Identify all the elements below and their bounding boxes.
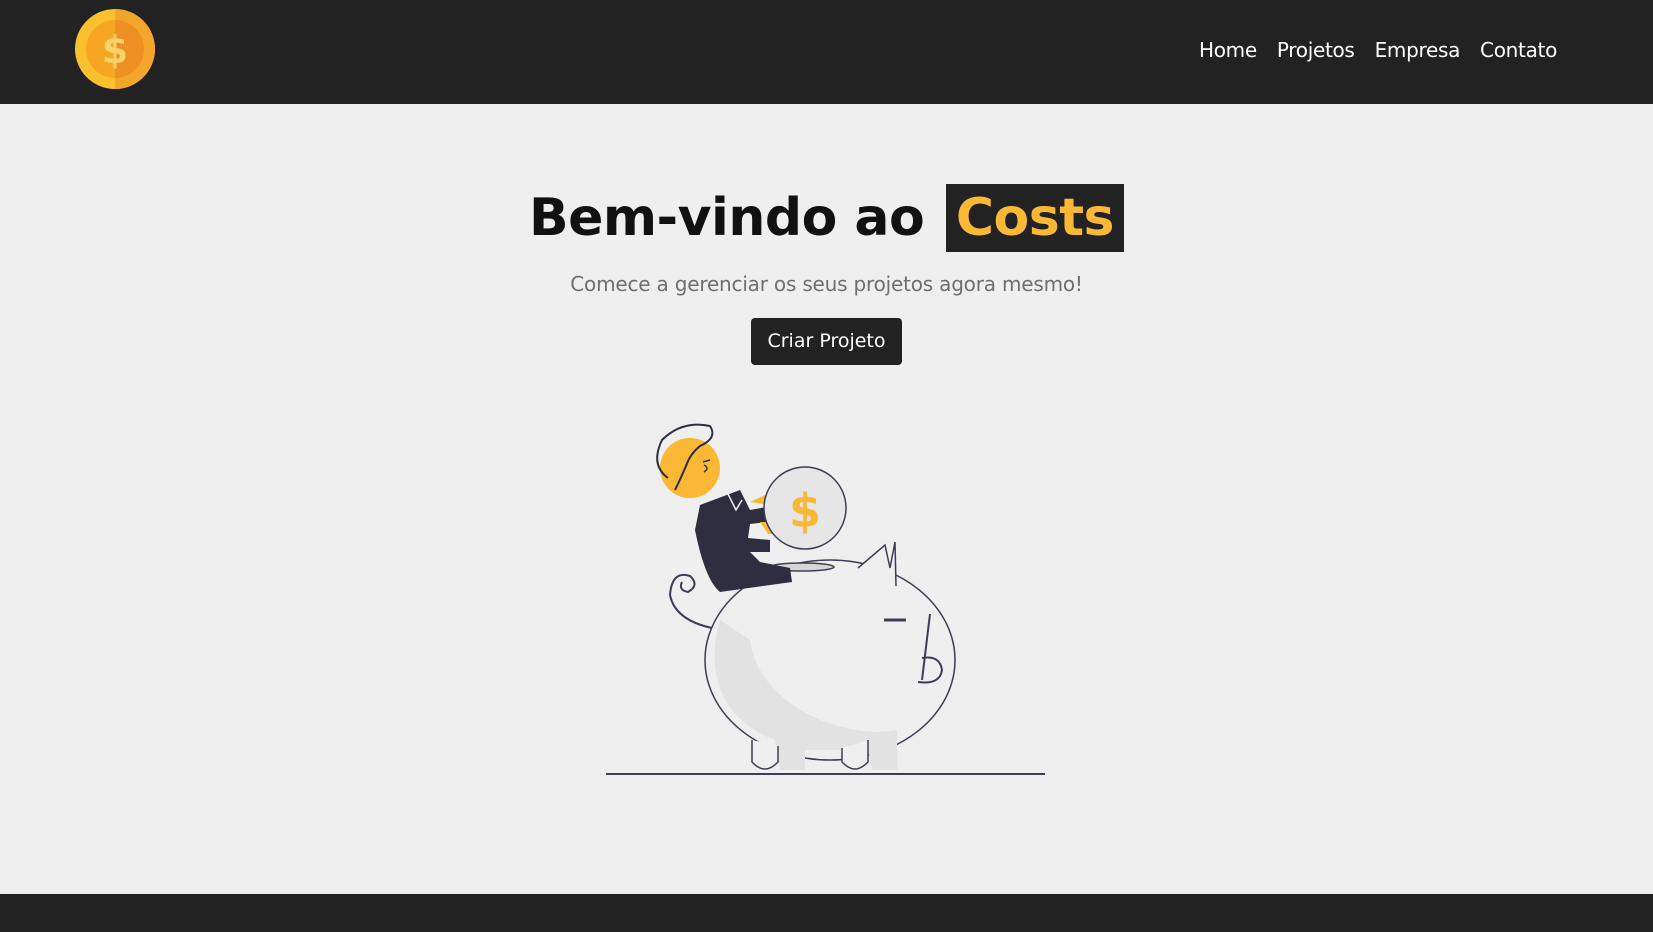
title-prefix: Bem-vindo ao xyxy=(528,188,925,248)
navbar: $ Home Projetos Empresa Contato xyxy=(0,0,1653,104)
nav-link-projetos[interactable]: Projetos xyxy=(1277,38,1355,62)
hero-subtitle: Comece a gerenciar os seus projetos agor… xyxy=(570,272,1083,296)
nav-link-contato[interactable]: Contato xyxy=(1480,38,1557,62)
hero-section: Bem-vindo ao Costs Comece a gerenciar os… xyxy=(0,104,1653,365)
coin-dollar-icon: $ xyxy=(75,9,155,89)
nav-item-empresa: Empresa xyxy=(1375,38,1461,62)
logo-link[interactable]: $ xyxy=(74,8,156,90)
create-project-button[interactable]: Criar Projeto xyxy=(751,318,902,365)
nav-item-contato: Contato xyxy=(1480,38,1557,62)
nav-item-projetos: Projetos xyxy=(1277,38,1355,62)
piggy-bank-savings-illustration: $ xyxy=(606,423,1045,775)
svg-text:$: $ xyxy=(102,28,128,72)
nav-list: Home Projetos Empresa Contato xyxy=(1199,38,1557,62)
brand-name: Costs xyxy=(945,184,1125,252)
footer xyxy=(0,894,1653,932)
page-title: Bem-vindo ao Costs xyxy=(0,184,1653,252)
page: $ Home Projetos Empresa Contato Bem-vind… xyxy=(0,0,1653,932)
svg-text:$: $ xyxy=(789,484,821,538)
nav-link-home[interactable]: Home xyxy=(1199,38,1257,62)
nav-link-empresa[interactable]: Empresa xyxy=(1375,38,1461,62)
nav-item-home: Home xyxy=(1199,38,1257,62)
